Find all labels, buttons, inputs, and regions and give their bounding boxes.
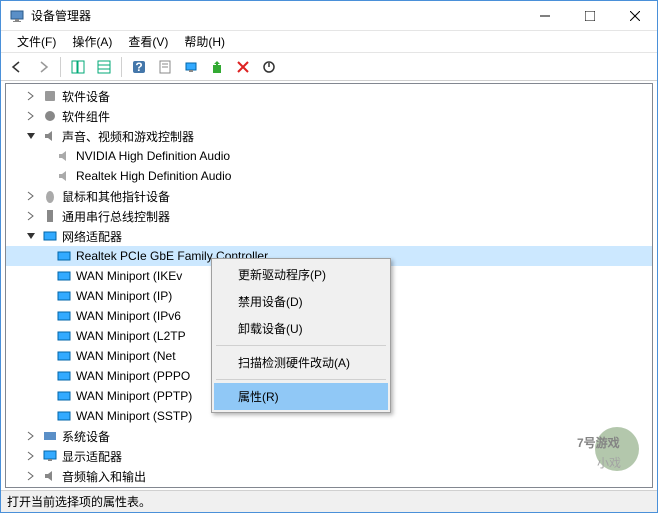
ctx-update-driver[interactable]: 更新驱动程序(P): [214, 261, 388, 288]
audio-device-icon: [56, 168, 72, 184]
properties-button[interactable]: [153, 55, 177, 79]
tree-node-usb[interactable]: 通用串行总线控制器: [6, 206, 652, 226]
menu-action[interactable]: 操作(A): [64, 31, 120, 52]
tree-node-network-adapters[interactable]: 网络适配器: [6, 226, 652, 246]
minimize-button[interactable]: [522, 1, 567, 31]
network-adapter-icon: [56, 268, 72, 284]
tree-node-software-components[interactable]: 软件组件: [6, 106, 652, 126]
tree-node-nvidia-audio[interactable]: NVIDIA High Definition Audio: [6, 146, 652, 166]
scan-hardware-button[interactable]: [179, 55, 203, 79]
device-category-icon: [42, 88, 58, 104]
expand-icon[interactable]: [24, 189, 38, 203]
status-text: 打开当前选择项的属性表。: [7, 493, 151, 510]
network-adapter-icon: [56, 328, 72, 344]
ctx-scan-hardware[interactable]: 扫描检测硬件改动(A): [214, 349, 388, 376]
ctx-separator: [216, 379, 386, 380]
tree-node-mouse[interactable]: 鼠标和其他指针设备: [6, 186, 652, 206]
device-category-icon: [42, 108, 58, 124]
usb-icon: [42, 208, 58, 224]
network-adapter-icon: [56, 368, 72, 384]
update-driver-button[interactable]: [205, 55, 229, 79]
expand-icon[interactable]: [24, 429, 38, 443]
window-controls: [522, 1, 657, 31]
back-button[interactable]: [5, 55, 29, 79]
close-button[interactable]: [612, 1, 657, 31]
mouse-icon: [42, 188, 58, 204]
display-icon: [42, 448, 58, 464]
expand-icon[interactable]: [24, 109, 38, 123]
expand-icon[interactable]: [24, 469, 38, 483]
menu-file[interactable]: 文件(F): [9, 31, 64, 52]
network-adapter-icon: [56, 308, 72, 324]
network-adapter-icon: [56, 288, 72, 304]
expand-icon[interactable]: [24, 209, 38, 223]
audio-device-icon: [56, 148, 72, 164]
show-hide-tree-button[interactable]: [66, 55, 90, 79]
window-title: 设备管理器: [31, 7, 522, 24]
tree-node-realtek-audio[interactable]: Realtek High Definition Audio: [6, 166, 652, 186]
tree-node-audio-io[interactable]: 音频输入和输出: [6, 466, 652, 486]
collapse-icon[interactable]: [24, 129, 38, 143]
network-adapter-icon: [56, 248, 72, 264]
toolbar: ?: [1, 53, 657, 81]
ctx-properties[interactable]: 属性(R): [214, 383, 388, 410]
tree-node-display-adapters[interactable]: 显示适配器: [6, 446, 652, 466]
network-adapter-icon: [56, 388, 72, 404]
audio-icon: [42, 128, 58, 144]
context-menu: 更新驱动程序(P) 禁用设备(D) 卸载设备(U) 扫描检测硬件改动(A) 属性…: [211, 258, 391, 413]
titlebar: 设备管理器: [1, 1, 657, 31]
network-icon: [42, 228, 58, 244]
uninstall-button[interactable]: [231, 55, 255, 79]
network-adapter-icon: [56, 408, 72, 424]
menubar: 文件(F) 操作(A) 查看(V) 帮助(H): [1, 31, 657, 53]
svg-text:?: ?: [135, 60, 142, 74]
details-view-button[interactable]: [92, 55, 116, 79]
system-icon: [42, 428, 58, 444]
tree-node-sound-video-game[interactable]: 声音、视频和游戏控制器: [6, 126, 652, 146]
help-button[interactable]: ?: [127, 55, 151, 79]
menu-help[interactable]: 帮助(H): [176, 31, 233, 52]
audio-io-icon: [42, 468, 58, 484]
expand-icon[interactable]: [24, 89, 38, 103]
maximize-button[interactable]: [567, 1, 612, 31]
network-adapter-icon: [56, 348, 72, 364]
tree-node-software-devices[interactable]: 软件设备: [6, 86, 652, 106]
ctx-uninstall-device[interactable]: 卸载设备(U): [214, 315, 388, 342]
forward-button[interactable]: [31, 55, 55, 79]
app-icon: [9, 8, 25, 24]
ctx-disable-device[interactable]: 禁用设备(D): [214, 288, 388, 315]
collapse-icon[interactable]: [24, 229, 38, 243]
ctx-separator: [216, 345, 386, 346]
tree-node-system-devices[interactable]: 系统设备: [6, 426, 652, 446]
statusbar: 打开当前选择项的属性表。: [1, 490, 657, 512]
disable-button[interactable]: [257, 55, 281, 79]
menu-view[interactable]: 查看(V): [120, 31, 176, 52]
expand-icon[interactable]: [24, 449, 38, 463]
